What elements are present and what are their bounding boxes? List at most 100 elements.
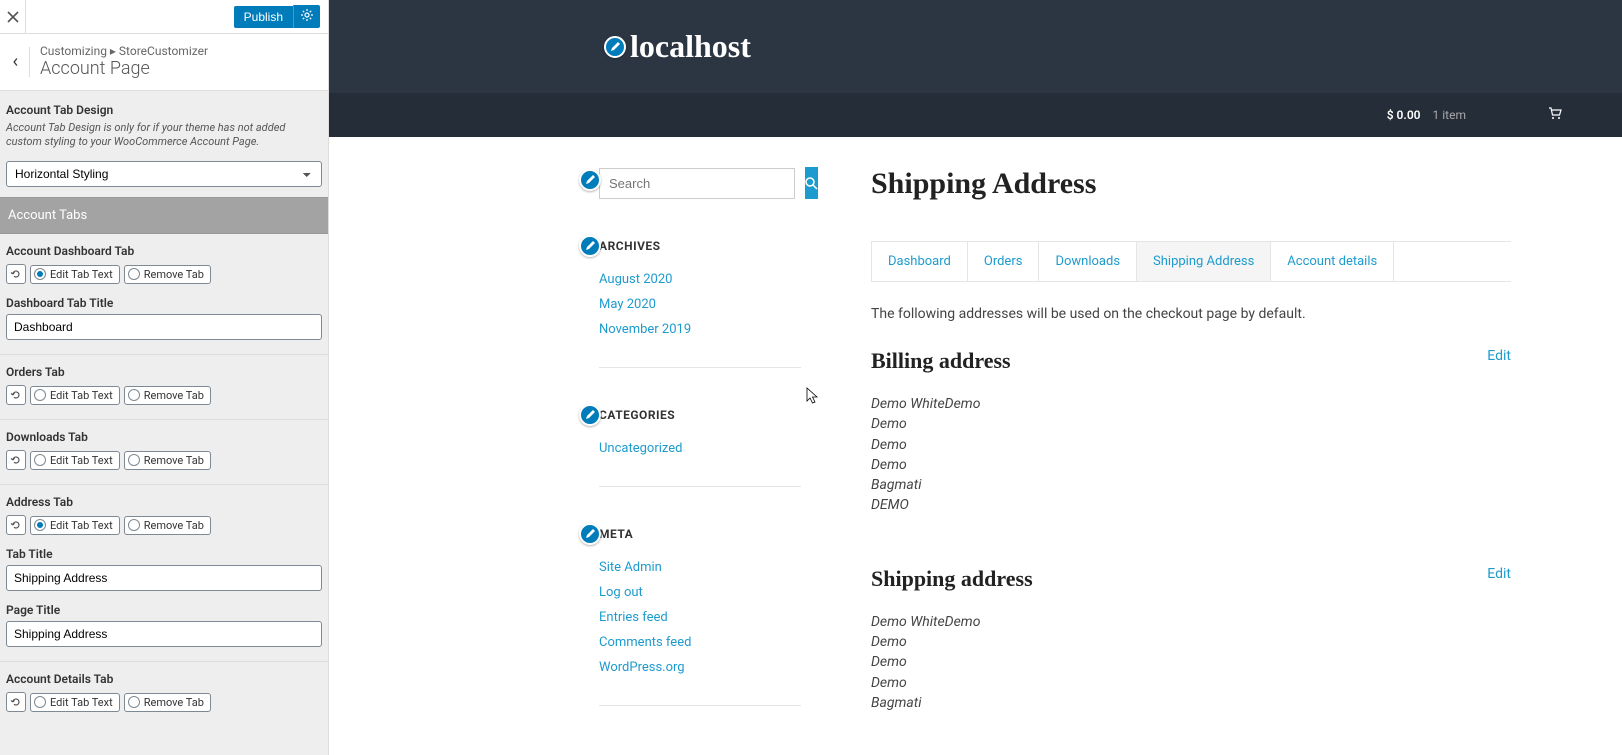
edit-address-link[interactable]: Edit <box>1487 348 1511 374</box>
edit-address-link[interactable]: Edit <box>1487 566 1511 592</box>
account-tab[interactable]: Account details <box>1270 242 1394 281</box>
radio-label: Edit Tab Text <box>50 519 113 532</box>
reset-button[interactable] <box>6 692 26 712</box>
radio-label: Remove Tab <box>144 389 204 402</box>
widget-list-item: Log out <box>599 580 801 605</box>
design-section-label: Account Tab Design <box>6 103 318 117</box>
back-button[interactable] <box>12 47 30 77</box>
widget-list-item: Entries feed <box>599 605 801 630</box>
widget-link[interactable]: Entries feed <box>599 610 668 625</box>
cart-bar: $ 0.00 1 item <box>329 93 1622 137</box>
edit-tab-text-radio[interactable]: Edit Tab Text <box>30 693 120 712</box>
widget-link[interactable]: May 2020 <box>599 297 656 312</box>
edit-tab-text-radio[interactable]: Edit Tab Text <box>30 516 120 535</box>
radio-icon <box>128 696 140 708</box>
widget-link[interactable]: November 2019 <box>599 322 691 337</box>
pencil-icon <box>584 240 596 252</box>
search-input[interactable] <box>599 168 795 199</box>
addresses-intro: The following addresses will be used on … <box>871 306 1511 322</box>
undo-icon <box>10 389 22 401</box>
widget-link[interactable]: Comments feed <box>599 635 691 650</box>
reset-button[interactable] <box>6 450 26 470</box>
widget-list-item: August 2020 <box>599 267 801 292</box>
radio-icon <box>34 454 46 466</box>
edit-shortcut-logo[interactable] <box>604 36 626 58</box>
reset-button[interactable] <box>6 515 26 535</box>
close-button[interactable] <box>0 0 26 34</box>
subfield-input[interactable] <box>6 314 322 340</box>
radio-label: Remove Tab <box>144 519 204 532</box>
cart-icon[interactable] <box>1548 107 1562 123</box>
remove-tab-radio[interactable]: Remove Tab <box>124 693 211 712</box>
edit-tab-text-radio[interactable]: Edit Tab Text <box>30 451 120 470</box>
undo-icon <box>10 268 22 280</box>
tab-block-heading: Orders Tab <box>6 365 322 379</box>
address-body: Demo WhiteDemoDemoDemoDemoBagmati <box>871 612 1511 713</box>
pencil-icon <box>584 409 596 421</box>
account-tab[interactable]: Orders <box>967 242 1039 281</box>
tab-block: Account Details Tab Edit Tab TextRemove T… <box>0 662 328 726</box>
reset-button[interactable] <box>6 385 26 405</box>
reset-button[interactable] <box>6 264 26 284</box>
radio-icon <box>34 519 46 531</box>
account-tab[interactable]: Shipping Address <box>1136 242 1270 281</box>
site-title[interactable]: localhost <box>630 28 751 65</box>
address-block: Billing addressEditDemo WhiteDemoDemoDem… <box>871 348 1511 516</box>
cart-total: $ 0.00 <box>1387 108 1421 122</box>
edit-shortcut-widget[interactable] <box>579 404 601 426</box>
subfield-label: Tab Title <box>6 547 322 561</box>
publish-button[interactable]: Publish <box>234 6 293 28</box>
widget-link[interactable]: WordPress.org <box>599 660 685 675</box>
publish-settings-button[interactable] <box>293 5 320 28</box>
widget-title: CATEGORIES <box>599 408 801 422</box>
widget-title: META <box>599 527 801 541</box>
account-tabs-nav: DashboardOrdersDownloadsShipping Address… <box>871 241 1511 282</box>
widget-link[interactable]: Log out <box>599 585 643 600</box>
tab-block: Address Tab Edit Tab Text Remove Tab Tab Ti… <box>0 485 328 662</box>
remove-tab-radio[interactable]: Remove Tab <box>124 386 211 405</box>
sidebar-widget: CATEGORIES Uncategorized <box>599 408 801 487</box>
tab-row-controls: Edit Tab Text Remove Tab <box>6 515 322 535</box>
radio-label: Edit Tab Text <box>50 454 113 467</box>
sidebar-widget: ARCHIVESAugust 2020May 2020November 2019 <box>599 239 801 368</box>
search-icon <box>805 177 818 190</box>
remove-tab-radio[interactable]: Remove Tab <box>124 265 211 284</box>
site-preview: localhost $ 0.00 1 item <box>329 0 1622 755</box>
widget-list-item: Site Admin <box>599 555 801 580</box>
page-title: Shipping Address <box>871 167 1511 201</box>
tab-design-select[interactable]: Horizontal Styling <box>6 161 322 187</box>
sidebar-widget: META Site Admin Log out Entries feed Comment… <box>599 527 801 706</box>
widget-link[interactable]: August 2020 <box>599 272 672 287</box>
tab-row-controls: Edit Tab Text Remove Tab <box>6 385 322 405</box>
radio-label: Edit Tab Text <box>50 389 113 402</box>
tab-block-heading: Account Details Tab <box>6 672 322 686</box>
site-header: localhost <box>329 0 1622 93</box>
tab-block-heading: Downloads Tab <box>6 430 322 444</box>
tab-block: Orders Tab Edit Tab Text Remove Tab <box>0 355 328 420</box>
undo-icon <box>10 519 22 531</box>
edit-tab-text-radio[interactable]: Edit Tab Text <box>30 265 120 284</box>
account-tab[interactable]: Downloads <box>1038 242 1136 281</box>
radio-icon <box>128 454 140 466</box>
customizer-topbar: Publish <box>0 0 328 34</box>
address-body: Demo WhiteDemoDemoDemoDemoBagmatiDEMO <box>871 394 1511 516</box>
tab-row-controls: Edit Tab Text Remove Tab <box>6 264 322 284</box>
account-tab[interactable]: Dashboard <box>871 242 967 281</box>
subfield-label: Dashboard Tab Title <box>6 296 322 310</box>
search-button[interactable] <box>805 167 818 199</box>
edit-shortcut-widget[interactable] <box>579 235 601 257</box>
edit-tab-text-radio[interactable]: Edit Tab Text <box>30 386 120 405</box>
tab-block-heading: Address Tab <box>6 495 322 509</box>
widget-link[interactable]: Site Admin <box>599 560 662 575</box>
edit-shortcut-search[interactable] <box>579 169 601 191</box>
edit-shortcut-widget[interactable] <box>579 523 601 545</box>
subfield-input[interactable] <box>6 565 322 591</box>
tab-block-heading: Account Dashboard Tab <box>6 244 322 258</box>
remove-tab-radio[interactable]: Remove Tab <box>124 516 211 535</box>
radio-label: Remove Tab <box>144 268 204 281</box>
remove-tab-radio[interactable]: Remove Tab <box>124 451 211 470</box>
radio-icon <box>128 268 140 280</box>
widget-list-item: WordPress.org <box>599 655 801 680</box>
subfield-input[interactable] <box>6 621 322 647</box>
widget-link[interactable]: Uncategorized <box>599 441 682 456</box>
